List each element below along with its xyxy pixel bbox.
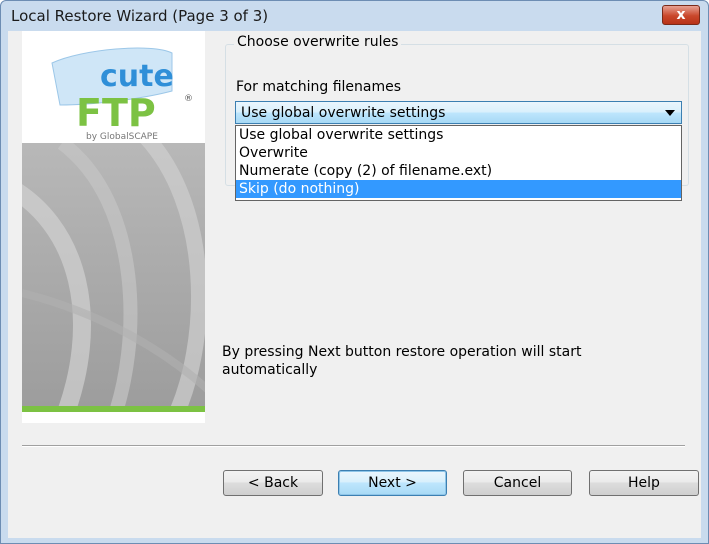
window-title: Local Restore Wizard (Page 3 of 3) xyxy=(11,7,269,25)
cancel-button[interactable]: Cancel xyxy=(463,470,572,496)
logo-background-art xyxy=(22,127,205,423)
logo-text-cute: cute xyxy=(100,59,174,94)
option-use-global[interactable]: Use global overwrite settings xyxy=(236,126,681,144)
option-numerate[interactable]: Numerate (copy (2) of filename.ext) xyxy=(236,162,681,180)
close-button[interactable]: x xyxy=(662,5,700,25)
back-button[interactable]: < Back xyxy=(223,470,323,496)
option-overwrite[interactable]: Overwrite xyxy=(236,144,681,162)
wizard-window: Local Restore Wizard (Page 3 of 3) x cut… xyxy=(0,0,709,544)
restore-note: By pressing Next button restore operatio… xyxy=(222,344,582,378)
matching-filenames-label: For matching filenames xyxy=(236,79,402,95)
overwrite-select[interactable]: Use global overwrite settings xyxy=(235,101,682,124)
title-bar[interactable]: Local Restore Wizard (Page 3 of 3) x xyxy=(1,1,708,31)
logo-text-ftp: FTP xyxy=(76,91,156,135)
overwrite-select-value: Use global overwrite settings xyxy=(241,104,446,121)
chevron-down-icon[interactable] xyxy=(665,110,675,116)
cuteftp-logo: cute FTP ® by GlobalSCAPE xyxy=(51,47,193,142)
next-button[interactable]: Next > xyxy=(338,470,447,496)
option-skip[interactable]: Skip (do nothing) xyxy=(236,180,681,198)
logo-bar-bottom xyxy=(22,406,205,412)
logo-registered-mark: ® xyxy=(184,94,193,104)
overwrite-dropdown-list: Use global overwrite settings Overwrite … xyxy=(235,125,682,201)
cuteftp-logo-panel: cute FTP ® by GlobalSCAPE xyxy=(22,31,205,423)
close-icon: x xyxy=(676,7,686,23)
group-label: Choose overwrite rules xyxy=(234,34,402,50)
logo-byline: by GlobalSCAPE xyxy=(86,132,158,142)
arc-pattern xyxy=(22,127,205,423)
separator xyxy=(22,445,685,447)
help-button[interactable]: Help xyxy=(589,470,699,496)
